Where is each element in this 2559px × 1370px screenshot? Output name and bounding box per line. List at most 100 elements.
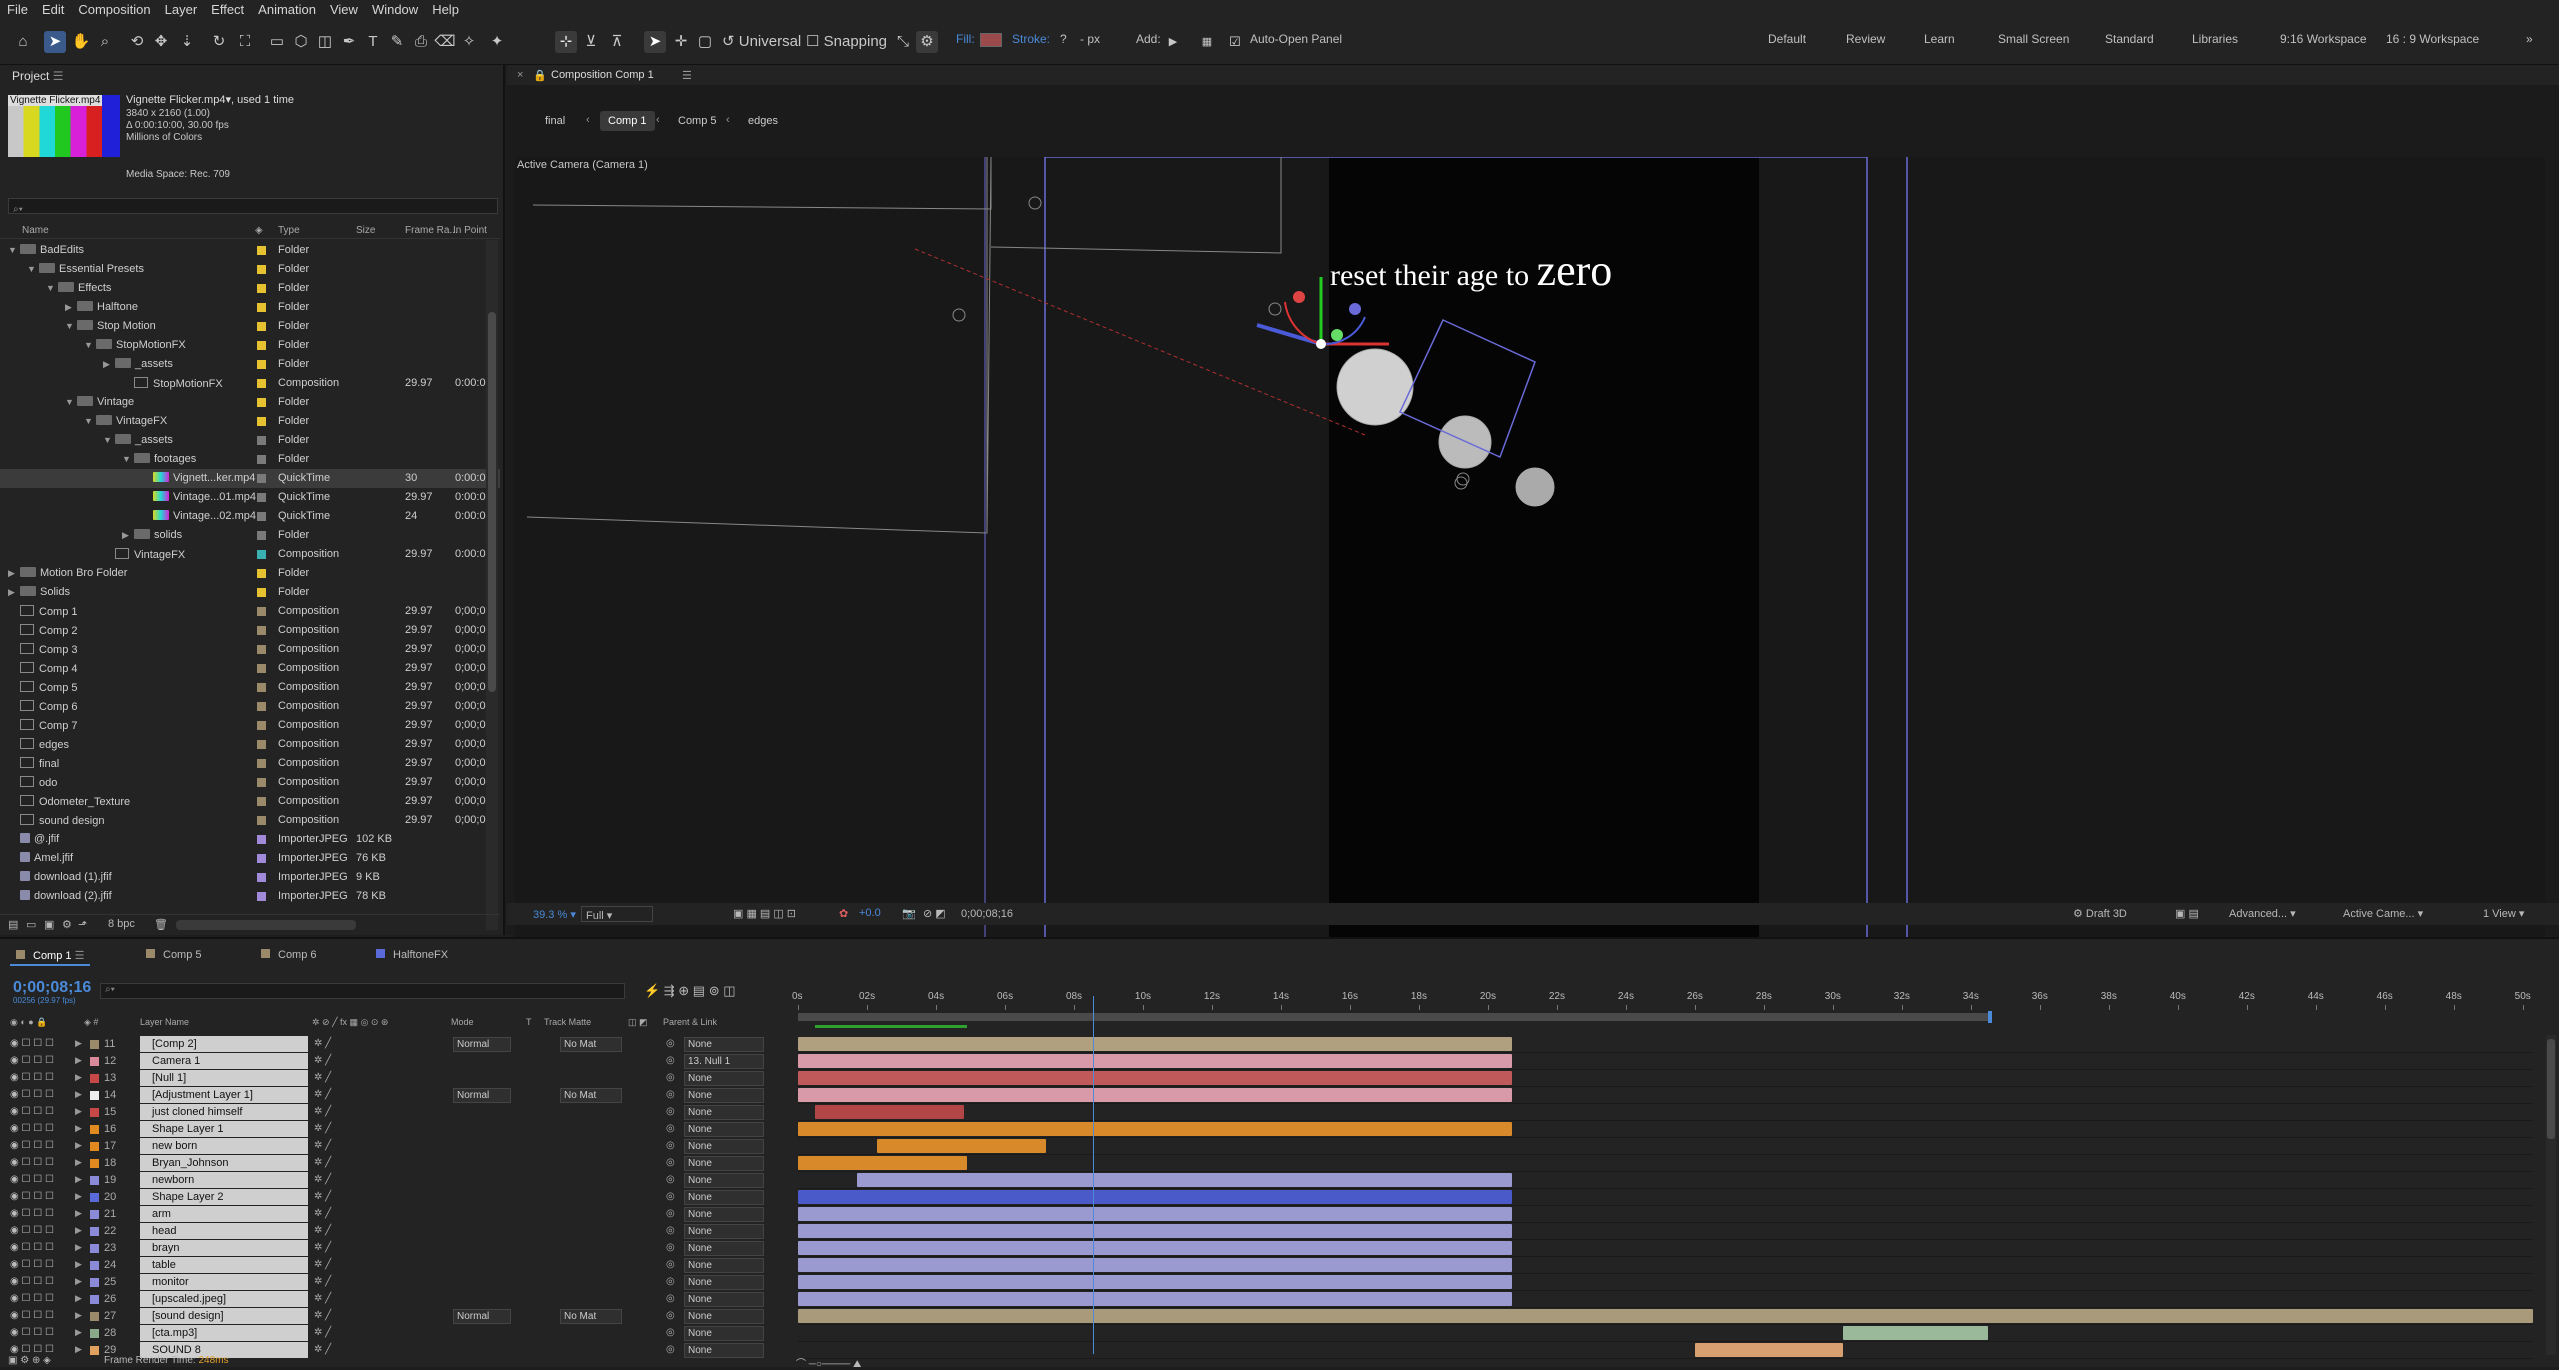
stroke-swatch[interactable]: ? <box>1060 32 1067 46</box>
expand-arrow-icon[interactable]: ▼ <box>65 321 77 331</box>
timeline-scrollbar[interactable] <box>2546 1035 2556 1355</box>
feather-icon[interactable]: ⚙ <box>916 31 938 53</box>
exposure-value[interactable]: +0.0 <box>859 907 881 919</box>
layer-row[interactable]: ◉ ☐ ☐ ☐ ▶ 11 [Comp 2] ✲ ╱ Normal No Mat ◎ None <box>0 1036 790 1053</box>
col-track-matte[interactable]: Track Matte <box>544 1017 591 1027</box>
layer-name[interactable]: [Null 1] <box>140 1070 308 1086</box>
col-mode[interactable]: Mode <box>451 1017 474 1027</box>
expand-arrow-icon[interactable]: ▶ <box>75 1276 82 1287</box>
flowchart-icon[interactable]: ⚙ <box>62 918 72 931</box>
col-size[interactable]: Size <box>356 225 375 236</box>
layer-parent-select[interactable]: None <box>684 1224 764 1239</box>
layer-name[interactable]: [Adjustment Layer 1] <box>140 1087 308 1103</box>
fill-swatch[interactable] <box>980 33 1002 47</box>
layer-row[interactable]: ◉ ☐ ☐ ☐ ▶ 23 brayn ✲ ╱ ◎ None <box>0 1240 790 1257</box>
expand-arrow-icon[interactable]: ▶ <box>75 1293 82 1304</box>
label-swatch[interactable] <box>257 417 266 426</box>
layer-switches[interactable]: ✲ ╱ <box>314 1140 331 1151</box>
label-swatch[interactable] <box>257 721 266 730</box>
brush-tool-icon[interactable]: ✎ <box>386 31 408 53</box>
layer-matte-select[interactable]: No Mat <box>560 1088 622 1103</box>
camera-select[interactable]: Active Came... ▾ <box>2343 907 2423 920</box>
project-item[interactable]: VintageFX Composition 29.97 0:00:0 <box>0 545 500 564</box>
views-select[interactable]: 1 View ▾ <box>2483 907 2524 920</box>
pickwhip-icon[interactable]: ◎ <box>666 1038 675 1049</box>
pan-camera-icon[interactable]: ✥ <box>150 31 172 53</box>
project-item[interactable]: ▼ Essential Presets Folder <box>0 260 500 279</box>
snapping-toggle[interactable]: ☐ Snapping <box>806 31 887 53</box>
visibility-icon[interactable]: ◉ ☐ ☐ ☐ <box>10 1310 54 1321</box>
view-axis-icon[interactable]: ⊼ <box>606 31 628 53</box>
visibility-icon[interactable]: ◉ ☐ ☐ ☐ <box>10 1072 54 1083</box>
workspace-9-16-workspace[interactable]: 9:16 Workspace <box>2280 32 2367 46</box>
zoom-slider-icon[interactable]: ⌒ ─○──── ⛰ <box>796 1355 861 1370</box>
work-area-bar[interactable] <box>798 1013 1988 1021</box>
expand-arrow-icon[interactable]: ▶ <box>75 1038 82 1049</box>
layer-switches[interactable]: ✲ ╱ <box>314 1157 331 1168</box>
layer-name[interactable]: head <box>140 1223 308 1239</box>
menu-help[interactable]: Help <box>425 2 466 17</box>
project-item[interactable]: final Composition 29.97 0;00;0 <box>0 754 500 773</box>
project-item[interactable]: ▼ footages Folder <box>0 450 500 469</box>
label-swatch[interactable] <box>257 835 266 844</box>
project-title[interactable]: Project <box>12 69 49 83</box>
layer-name[interactable]: Camera 1 <box>140 1053 308 1069</box>
fill-label[interactable]: Fill: <box>956 32 975 46</box>
expand-arrow-icon[interactable]: ▶ <box>75 1072 82 1083</box>
layer-name[interactable]: Shape Layer 1 <box>140 1121 308 1137</box>
label-swatch[interactable] <box>257 892 266 901</box>
label-swatch[interactable] <box>257 246 266 255</box>
expand-arrow-icon[interactable]: ▶ <box>75 1327 82 1338</box>
layer-parent-select[interactable]: None <box>684 1190 764 1205</box>
timeline-tab[interactable]: Comp 5 <box>140 947 208 963</box>
mask-feather-icon[interactable]: ◫ <box>314 31 336 53</box>
layer-name[interactable]: Shape Layer 2 <box>140 1189 308 1205</box>
layer-label-swatch[interactable] <box>90 1193 99 1202</box>
layer-switches[interactable]: ✲ ╱ <box>314 1055 331 1066</box>
playhead[interactable] <box>1092 996 1094 1354</box>
project-item[interactable]: Comp 1 Composition 29.97 0;00;0 <box>0 602 500 621</box>
breadcrumb-final[interactable]: final <box>537 111 573 131</box>
layer-switches[interactable]: ✲ ╱ <box>314 1242 331 1253</box>
expand-arrow-icon[interactable]: ▶ <box>75 1055 82 1066</box>
layer-row[interactable]: ◉ ☐ ☐ ☐ ▶ 19 newborn ✲ ╱ ◎ None <box>0 1172 790 1189</box>
layer-parent-select[interactable]: None <box>684 1258 764 1273</box>
project-item[interactable]: sound design Composition 29.97 0;00;0 <box>0 811 500 830</box>
visibility-icon[interactable]: ◉ ☐ ☐ ☐ <box>10 1259 54 1270</box>
label-swatch[interactable] <box>257 740 266 749</box>
render-queue-icon[interactable]: ⬏ <box>78 918 87 931</box>
interpret-icon[interactable]: ▤ <box>8 918 18 931</box>
expand-arrow-icon[interactable]: ▶ <box>75 1259 82 1270</box>
layer-parent-select[interactable]: None <box>684 1207 764 1222</box>
layer-label-swatch[interactable] <box>90 1074 99 1083</box>
renderer-button[interactable]: ⚙ Draft 3D <box>2073 907 2127 920</box>
project-item[interactable]: download (2).jfif ImporterJPEG 78 KB <box>0 887 500 906</box>
expand-arrow-icon[interactable]: ▶ <box>75 1106 82 1117</box>
layer-name[interactable]: Bryan_Johnson <box>140 1155 308 1171</box>
layer-name[interactable]: new born <box>140 1138 308 1154</box>
workspace-libraries[interactable]: Libraries <box>2192 32 2238 46</box>
project-item[interactable]: ▼ _assets Folder <box>0 431 500 450</box>
show-channel-icon[interactable]: ⊘ ◩ <box>923 907 946 920</box>
pickwhip-icon[interactable]: ◎ <box>666 1106 675 1117</box>
layer-duration-bar[interactable] <box>815 1105 964 1119</box>
local-axis-icon[interactable]: ⊹ <box>555 31 577 53</box>
universal-toggle[interactable]: ↺ Universal <box>722 31 801 53</box>
layer-parent-select[interactable]: None <box>684 1241 764 1256</box>
layer-switches[interactable]: ✲ ╱ <box>314 1191 331 1202</box>
expand-arrow-icon[interactable]: ▶ <box>103 359 115 370</box>
timeline-tab[interactable]: Comp 1 ☰ <box>10 947 91 966</box>
layer-duration-bar[interactable] <box>798 1224 1512 1238</box>
timeline-timecode[interactable]: 0;00;08;16 <box>13 979 91 997</box>
timeline-search-input[interactable]: ⌕▾ <box>100 983 625 999</box>
expand-arrow-icon[interactable]: ▶ <box>65 302 77 313</box>
label-swatch[interactable] <box>257 759 266 768</box>
menu-effect[interactable]: Effect <box>204 2 251 17</box>
layer-label-swatch[interactable] <box>90 1261 99 1270</box>
project-item[interactable]: ▶ Motion Bro Folder Folder <box>0 564 500 583</box>
menu-window[interactable]: Window <box>365 2 425 17</box>
thumbnail-size-slider[interactable] <box>176 920 356 930</box>
label-swatch[interactable] <box>257 797 266 806</box>
headline-text[interactable]: reset their age to zero <box>1330 245 1612 296</box>
visibility-icon[interactable]: ◉ ☐ ☐ ☐ <box>10 1293 54 1304</box>
